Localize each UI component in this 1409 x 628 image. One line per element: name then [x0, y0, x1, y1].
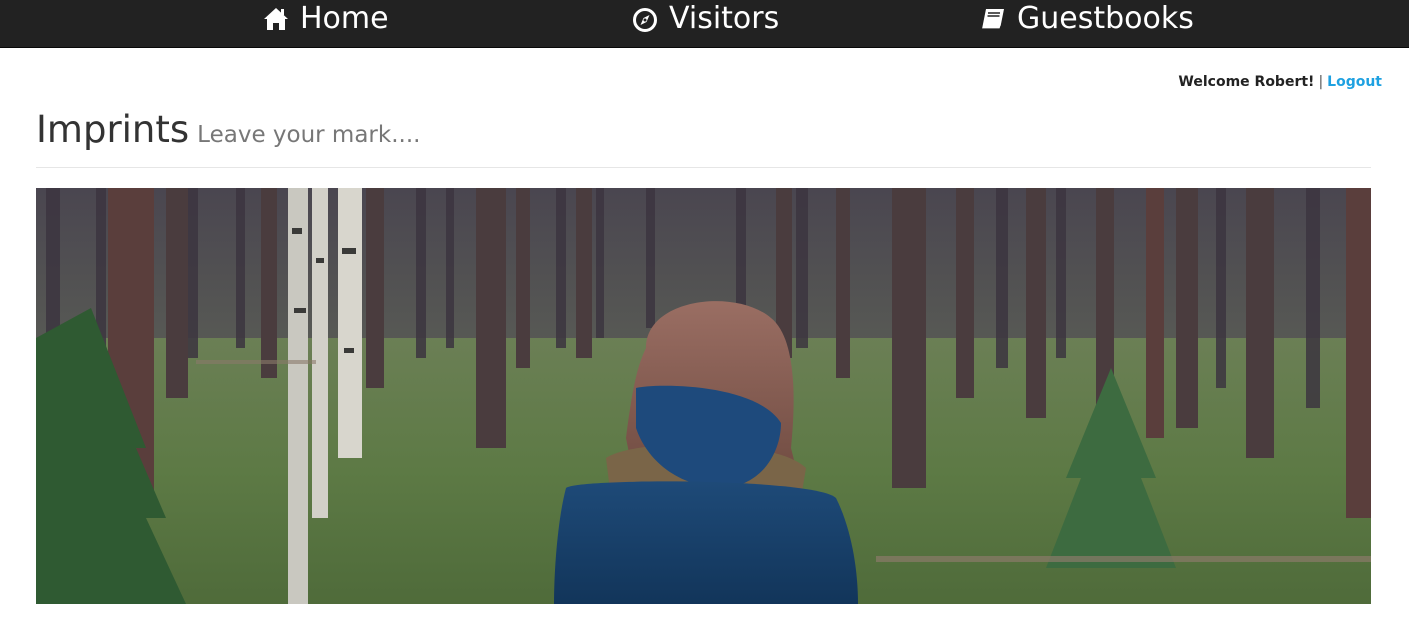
nav-visitors-link[interactable]: Visitors — [631, 0, 779, 38]
compass-icon — [631, 5, 659, 33]
logout-link[interactable]: Logout — [1327, 74, 1382, 90]
user-welcome-bar: Welcome Robert! | Logout — [1178, 74, 1382, 90]
hero-forest-image — [36, 188, 1371, 604]
top-navbar: Home Visitors Guestbooks — [0, 0, 1409, 48]
welcome-separator: | — [1318, 74, 1324, 90]
nav-visitors-label: Visitors — [669, 1, 780, 36]
nav-home-link[interactable]: Home — [262, 0, 389, 38]
nav-home-label: Home — [300, 1, 389, 36]
nav-guestbooks-label: Guestbooks — [1017, 1, 1194, 36]
nav-guestbooks-link[interactable]: Guestbooks — [979, 0, 1194, 38]
page-subtitle: Leave your mark.... — [197, 122, 421, 148]
book-icon — [979, 5, 1007, 33]
home-icon — [262, 5, 290, 33]
page-header: Imprints Leave your mark.... — [36, 108, 1371, 168]
page-title: Imprints — [36, 108, 190, 151]
forest-photo — [36, 188, 1371, 604]
welcome-text: Welcome Robert! — [1178, 74, 1315, 90]
